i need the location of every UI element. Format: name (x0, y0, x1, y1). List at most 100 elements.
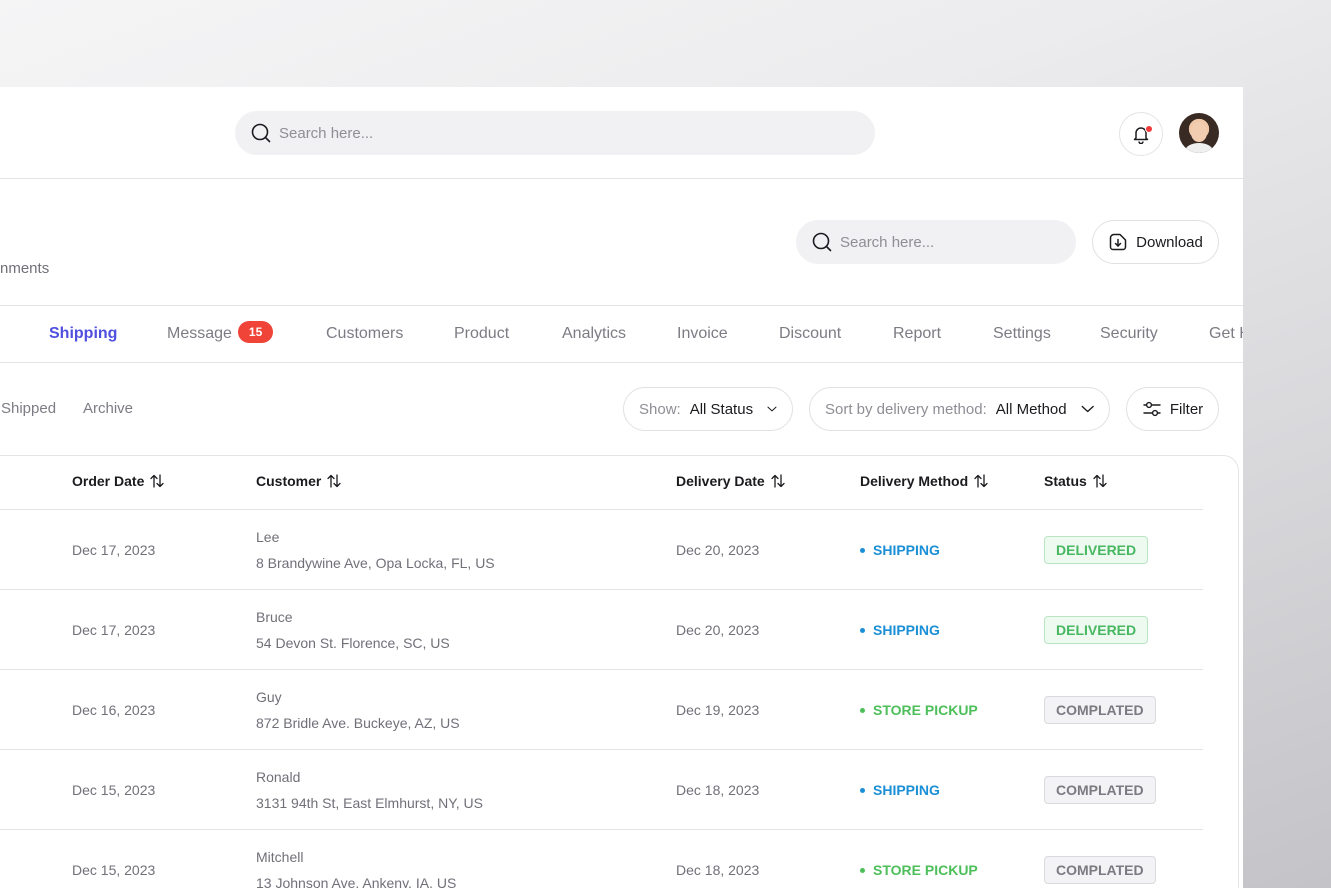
tab-label: Product (454, 325, 510, 342)
tab-report[interactable]: Report (893, 306, 941, 362)
shipping-table: Order Date Customer Delivery Date Delive… (0, 455, 1239, 888)
tab-label: Security (1100, 325, 1158, 342)
customer-address-cell: 8 Brandywine Ave, Opa Locka, FL, US (256, 555, 495, 571)
sort-icon (771, 474, 785, 488)
delivery-method-label: STORE PICKUP (873, 862, 978, 878)
tab-product[interactable]: Product (454, 306, 509, 362)
order-date-cell: Dec 15, 2023 (72, 782, 156, 798)
tab-label: Invoice (677, 325, 728, 342)
subtab-shipped[interactable]: Shipped (1, 400, 56, 417)
nav-tabs: Shipping Message 15 Customers Product Ana… (0, 305, 1243, 363)
chevron-down-icon (1081, 405, 1094, 413)
delivery-date-cell: Dec 20, 2023 (676, 622, 760, 638)
column-header-label: Delivery Method (860, 473, 969, 489)
delivery-date-cell: Dec 18, 2023 (676, 862, 760, 878)
customer-address-cell: 872 Bridle Ave. Buckeye, AZ, US (256, 715, 460, 731)
status-select-value: All Status (689, 400, 754, 418)
delivery-method-cell: STORE PICKUP (860, 862, 978, 878)
avatar-shirt (1185, 143, 1213, 153)
column-header-delivery-method[interactable]: Delivery Method (860, 473, 989, 489)
method-dot (860, 707, 865, 713)
tab-invoice[interactable]: Invoice (677, 306, 728, 362)
avatar[interactable] (1179, 113, 1219, 153)
method-dot (860, 787, 865, 793)
method-dot (860, 867, 865, 873)
subtab-archive[interactable]: Archive (83, 400, 133, 417)
status-badge: COMPLATED (1044, 776, 1156, 804)
tab-label: Discount (779, 325, 842, 342)
customer-address-cell: 13 Johnson Ave. Ankeny, IA, US (256, 875, 457, 888)
tab-label: Settings (993, 325, 1051, 342)
tab-label: Get H (1209, 325, 1243, 342)
status-badge: DELIVERED (1044, 536, 1149, 564)
chevron-down-icon (767, 406, 777, 412)
method-dot (860, 547, 865, 553)
column-header-customer[interactable]: Customer (256, 473, 342, 489)
tab-discount[interactable]: Discount (779, 306, 841, 362)
message-count-badge: 15 (237, 320, 274, 343)
delivery-method-select-label: Sort by delivery method: (825, 400, 987, 418)
tab-message[interactable]: Message 15 (167, 306, 274, 362)
tab-customers[interactable]: Customers (326, 306, 403, 362)
download-icon (1109, 233, 1127, 251)
customer-name-cell: Guy (256, 689, 282, 705)
column-header-label: Status (1044, 473, 1087, 489)
tab-security[interactable]: Security (1100, 306, 1158, 362)
customer-name-cell: Lee (256, 529, 280, 545)
tab-label: Message (167, 325, 232, 342)
delivery-date-cell: Dec 20, 2023 (676, 542, 760, 558)
table-row[interactable]: Dec 17, 2023 Bruce 54 Devon St. Florence… (0, 589, 1203, 669)
notification-button[interactable] (1119, 112, 1163, 156)
delivery-date-cell: Dec 18, 2023 (676, 782, 760, 798)
filter-button[interactable]: Filter (1126, 387, 1219, 431)
tab-analytics[interactable]: Analytics (562, 306, 626, 362)
shipment-search-placeholder: Search here... (840, 233, 935, 251)
delivery-method-cell: SHIPPING (860, 782, 940, 798)
sort-icon (150, 474, 165, 488)
tab-label: Shipping (49, 325, 118, 342)
notification-dot (1145, 125, 1153, 133)
search-icon (251, 123, 271, 143)
delivery-date-cell: Dec 19, 2023 (676, 702, 760, 718)
order-date-cell: Dec 17, 2023 (72, 542, 156, 558)
search-icon (812, 232, 832, 252)
download-label: Download (1136, 233, 1203, 251)
status-select-label: Show: (639, 400, 681, 418)
delivery-method-label: SHIPPING (873, 782, 940, 798)
column-header-delivery-date[interactable]: Delivery Date (676, 473, 786, 489)
tab-get-help[interactable]: Get H (1209, 306, 1243, 362)
table-row[interactable]: Dec 16, 2023 Guy 872 Bridle Ave. Buckeye… (0, 669, 1203, 749)
global-search-input[interactable]: Search here... (235, 111, 875, 155)
tab-label: Report (893, 325, 942, 342)
tab-settings[interactable]: Settings (993, 306, 1051, 362)
column-header-order-date[interactable]: Order Date (72, 473, 165, 489)
delivery-method-label: SHIPPING (873, 542, 940, 558)
table-row[interactable]: Dec 15, 2023 Ronald 3131 94th St, East E… (0, 749, 1203, 829)
tab-shipping[interactable]: Shipping (49, 306, 117, 362)
sort-icon (327, 474, 342, 488)
status-select[interactable]: Show: All Status (623, 387, 793, 431)
delivery-method-select-value: All Method (995, 400, 1067, 418)
column-header-status[interactable]: Status (1044, 473, 1108, 489)
page-subtitle: nments (0, 260, 50, 277)
delivery-method-select[interactable]: Sort by delivery method: All Method (809, 387, 1110, 431)
method-dot (860, 627, 865, 633)
customer-name-cell: Mitchell (256, 849, 304, 865)
order-date-cell: Dec 17, 2023 (72, 622, 156, 638)
app-window: Search here... nments Search here... Dow… (0, 87, 1243, 888)
delivery-method-cell: SHIPPING (860, 622, 940, 638)
order-date-cell: Dec 16, 2023 (72, 702, 156, 718)
column-header-label: Customer (256, 473, 322, 489)
table-row[interactable]: Dec 15, 2023 Mitchell 13 Johnson Ave. An… (0, 829, 1203, 888)
order-date-cell: Dec 15, 2023 (72, 862, 156, 878)
delivery-method-cell: SHIPPING (860, 542, 940, 558)
download-button[interactable]: Download (1092, 220, 1219, 264)
sort-icon (1093, 474, 1107, 488)
column-header-label: Order Date (72, 473, 145, 489)
customer-address-cell: 54 Devon St. Florence, SC, US (256, 635, 450, 651)
status-badge: COMPLATED (1044, 696, 1156, 724)
delivery-method-label: STORE PICKUP (873, 702, 978, 718)
shipment-search-input[interactable]: Search here... (796, 220, 1076, 264)
table-row[interactable]: Dec 17, 2023 Lee 8 Brandywine Ave, Opa L… (0, 509, 1203, 589)
delivery-method-label: SHIPPING (873, 622, 940, 638)
